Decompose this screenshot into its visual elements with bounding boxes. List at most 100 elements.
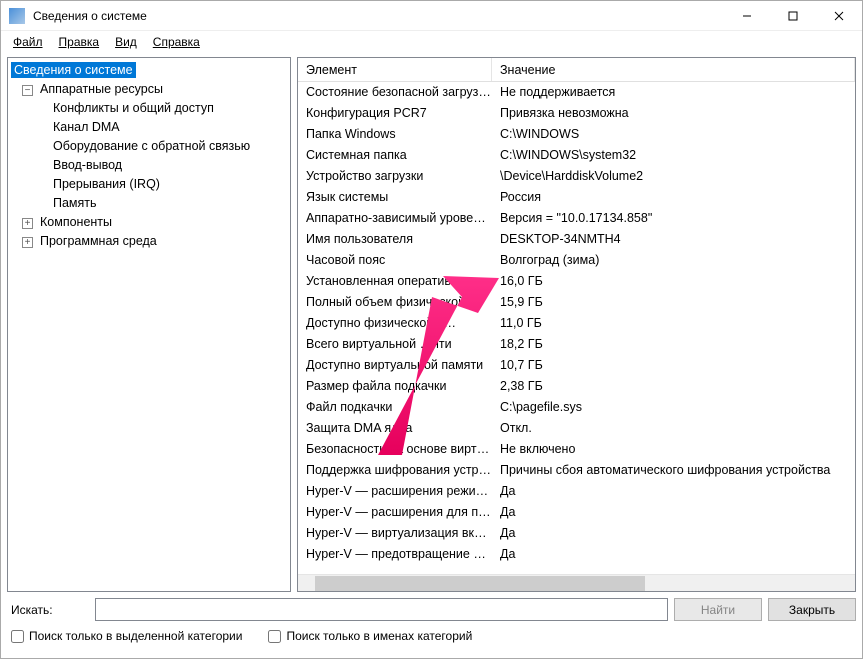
cell-element: Всего виртуальной …яти bbox=[298, 334, 492, 355]
search-label: Искать: bbox=[11, 603, 89, 617]
list-header: Элемент Значение bbox=[298, 58, 855, 82]
cell-value: Да bbox=[492, 523, 855, 544]
window-title: Сведения о системе bbox=[31, 9, 724, 23]
scrollbar-thumb[interactable] bbox=[315, 576, 645, 591]
table-row[interactable]: Всего виртуальной …яти18,2 ГБ bbox=[298, 334, 855, 355]
table-row[interactable]: Системная папкаC:\WINDOWS\system32 bbox=[298, 145, 855, 166]
cell-element: Защита DMA ядра bbox=[298, 418, 492, 439]
tree-softenv[interactable]: +Программная среда bbox=[8, 232, 290, 251]
cell-element: Hyper-V — расширения для п… bbox=[298, 502, 492, 523]
tree-hw-dma[interactable]: Канал DMA bbox=[8, 118, 290, 137]
cell-value: C:\pagefile.sys bbox=[492, 397, 855, 418]
cell-value: \Device\HarddiskVolume2 bbox=[492, 166, 855, 187]
cell-element: Доступно физической п… bbox=[298, 313, 492, 334]
cell-value: 2,38 ГБ bbox=[492, 376, 855, 397]
table-row[interactable]: Hyper-V — расширения режи…Да bbox=[298, 481, 855, 502]
cell-value: Да bbox=[492, 481, 855, 502]
table-row[interactable]: Размер файла подкачки2,38 ГБ bbox=[298, 376, 855, 397]
tree-hw-feedback[interactable]: Оборудование с обратной связью bbox=[8, 137, 290, 156]
cell-value: 16,0 ГБ bbox=[492, 271, 855, 292]
table-row[interactable]: Hyper-V — расширения для п…Да bbox=[298, 502, 855, 523]
column-element[interactable]: Элемент bbox=[298, 58, 492, 81]
table-row[interactable]: Часовой поясВолгоград (зима) bbox=[298, 250, 855, 271]
minimize-button[interactable] bbox=[724, 1, 770, 31]
tree-hw-memory[interactable]: Память bbox=[8, 194, 290, 213]
table-row[interactable]: Папка WindowsC:\WINDOWS bbox=[298, 124, 855, 145]
close-button[interactable] bbox=[816, 1, 862, 31]
detail-pane: Элемент Значение Состояние безопасной за… bbox=[297, 57, 856, 592]
cell-value: Россия bbox=[492, 187, 855, 208]
table-row[interactable]: Установленная оперативная п…16,0 ГБ bbox=[298, 271, 855, 292]
tree-hardware[interactable]: −Аппаратные ресурсы bbox=[8, 80, 290, 99]
tree-hw-conflicts[interactable]: Конфликты и общий доступ bbox=[8, 99, 290, 118]
table-row[interactable]: Доступно виртуальной памяти10,7 ГБ bbox=[298, 355, 855, 376]
tree-hw-irq[interactable]: Прерывания (IRQ) bbox=[8, 175, 290, 194]
maximize-button[interactable] bbox=[770, 1, 816, 31]
table-row[interactable]: Состояние безопасной загруз…Не поддержив… bbox=[298, 82, 855, 103]
list-body[interactable]: Состояние безопасной загруз…Не поддержив… bbox=[298, 82, 855, 574]
cell-value: Да bbox=[492, 544, 855, 565]
cell-element: Поддержка шифрования устр… bbox=[298, 460, 492, 481]
cell-value: C:\WINDOWS\system32 bbox=[492, 145, 855, 166]
checkbox-names-only-input[interactable] bbox=[268, 630, 281, 643]
collapse-icon[interactable]: − bbox=[22, 85, 33, 96]
table-row[interactable]: Файл подкачкиC:\pagefile.sys bbox=[298, 397, 855, 418]
checkbox-selected-category[interactable]: Поиск только в выделенной категории bbox=[11, 629, 242, 643]
table-row[interactable]: Hyper-V — предотвращение в…Да bbox=[298, 544, 855, 565]
cell-element: Аппаратно-зависимый уровен… bbox=[298, 208, 492, 229]
checkbox-names-only[interactable]: Поиск только в именах категорий bbox=[268, 629, 472, 643]
table-row[interactable]: Конфигурация PCR7Привязка невозможна bbox=[298, 103, 855, 124]
horizontal-scrollbar[interactable] bbox=[298, 574, 855, 591]
search-panel: Искать: Найти Закрыть Поиск только в выд… bbox=[1, 592, 862, 658]
table-row[interactable]: Hyper-V — виртуализация вкл…Да bbox=[298, 523, 855, 544]
cell-element: Часовой пояс bbox=[298, 250, 492, 271]
cell-element: Установленная оперативная п… bbox=[298, 271, 492, 292]
cell-value: Версия = "10.0.17134.858" bbox=[492, 208, 855, 229]
cell-value: Не поддерживается bbox=[492, 82, 855, 103]
table-row[interactable]: Безопасность на основе вирту…Не включено bbox=[298, 439, 855, 460]
table-row[interactable]: Аппаратно-зависимый уровен…Версия = "10.… bbox=[298, 208, 855, 229]
tree-hw-io[interactable]: Ввод-вывод bbox=[8, 156, 290, 175]
checkbox-selected-category-input[interactable] bbox=[11, 630, 24, 643]
column-value[interactable]: Значение bbox=[492, 58, 855, 81]
cell-element: Hyper-V — виртуализация вкл… bbox=[298, 523, 492, 544]
search-input[interactable] bbox=[95, 598, 668, 621]
menu-edit[interactable]: Правка bbox=[51, 33, 108, 51]
table-row[interactable]: Поддержка шифрования устр…Причины сбоя а… bbox=[298, 460, 855, 481]
cell-value: DESKTOP-34NMTH4 bbox=[492, 229, 855, 250]
cell-element: Файл подкачки bbox=[298, 397, 492, 418]
app-icon bbox=[9, 8, 25, 24]
cell-element: Системная папка bbox=[298, 145, 492, 166]
cell-value: Откл. bbox=[492, 418, 855, 439]
cell-value: Причины сбоя автоматического шифрования … bbox=[492, 460, 855, 481]
cell-element: Размер файла подкачки bbox=[298, 376, 492, 397]
cell-element: Конфигурация PCR7 bbox=[298, 103, 492, 124]
table-row[interactable]: Доступно физической п…11,0 ГБ bbox=[298, 313, 855, 334]
menu-help[interactable]: Справка bbox=[145, 33, 208, 51]
title-bar: Сведения о системе bbox=[1, 1, 862, 31]
cell-element: Безопасность на основе вирту… bbox=[298, 439, 492, 460]
tree-root-label: Сведения о системе bbox=[11, 62, 136, 78]
cell-element: Устройство загрузки bbox=[298, 166, 492, 187]
nav-tree-pane: Сведения о системе −Аппаратные ресурсы К… bbox=[7, 57, 291, 592]
cell-element: Hyper-V — расширения режи… bbox=[298, 481, 492, 502]
expand-icon[interactable]: + bbox=[22, 237, 33, 248]
find-button[interactable]: Найти bbox=[674, 598, 762, 621]
close-search-button[interactable]: Закрыть bbox=[768, 598, 856, 621]
expand-icon[interactable]: + bbox=[22, 218, 33, 229]
cell-element: Hyper-V — предотвращение в… bbox=[298, 544, 492, 565]
table-row[interactable]: Полный объем физической …15,9 ГБ bbox=[298, 292, 855, 313]
table-row[interactable]: Язык системыРоссия bbox=[298, 187, 855, 208]
tree-components[interactable]: +Компоненты bbox=[8, 213, 290, 232]
table-row[interactable]: Устройство загрузки\Device\HarddiskVolum… bbox=[298, 166, 855, 187]
cell-element: Имя пользователя bbox=[298, 229, 492, 250]
cell-value: C:\WINDOWS bbox=[492, 124, 855, 145]
cell-value: Не включено bbox=[492, 439, 855, 460]
table-row[interactable]: Имя пользователяDESKTOP-34NMTH4 bbox=[298, 229, 855, 250]
table-row[interactable]: Защита DMA ядраОткл. bbox=[298, 418, 855, 439]
cell-value: 18,2 ГБ bbox=[492, 334, 855, 355]
menu-view[interactable]: Вид bbox=[107, 33, 145, 51]
cell-value: 11,0 ГБ bbox=[492, 313, 855, 334]
menu-file[interactable]: Файл bbox=[5, 33, 51, 51]
tree-root[interactable]: Сведения о системе bbox=[8, 61, 290, 80]
